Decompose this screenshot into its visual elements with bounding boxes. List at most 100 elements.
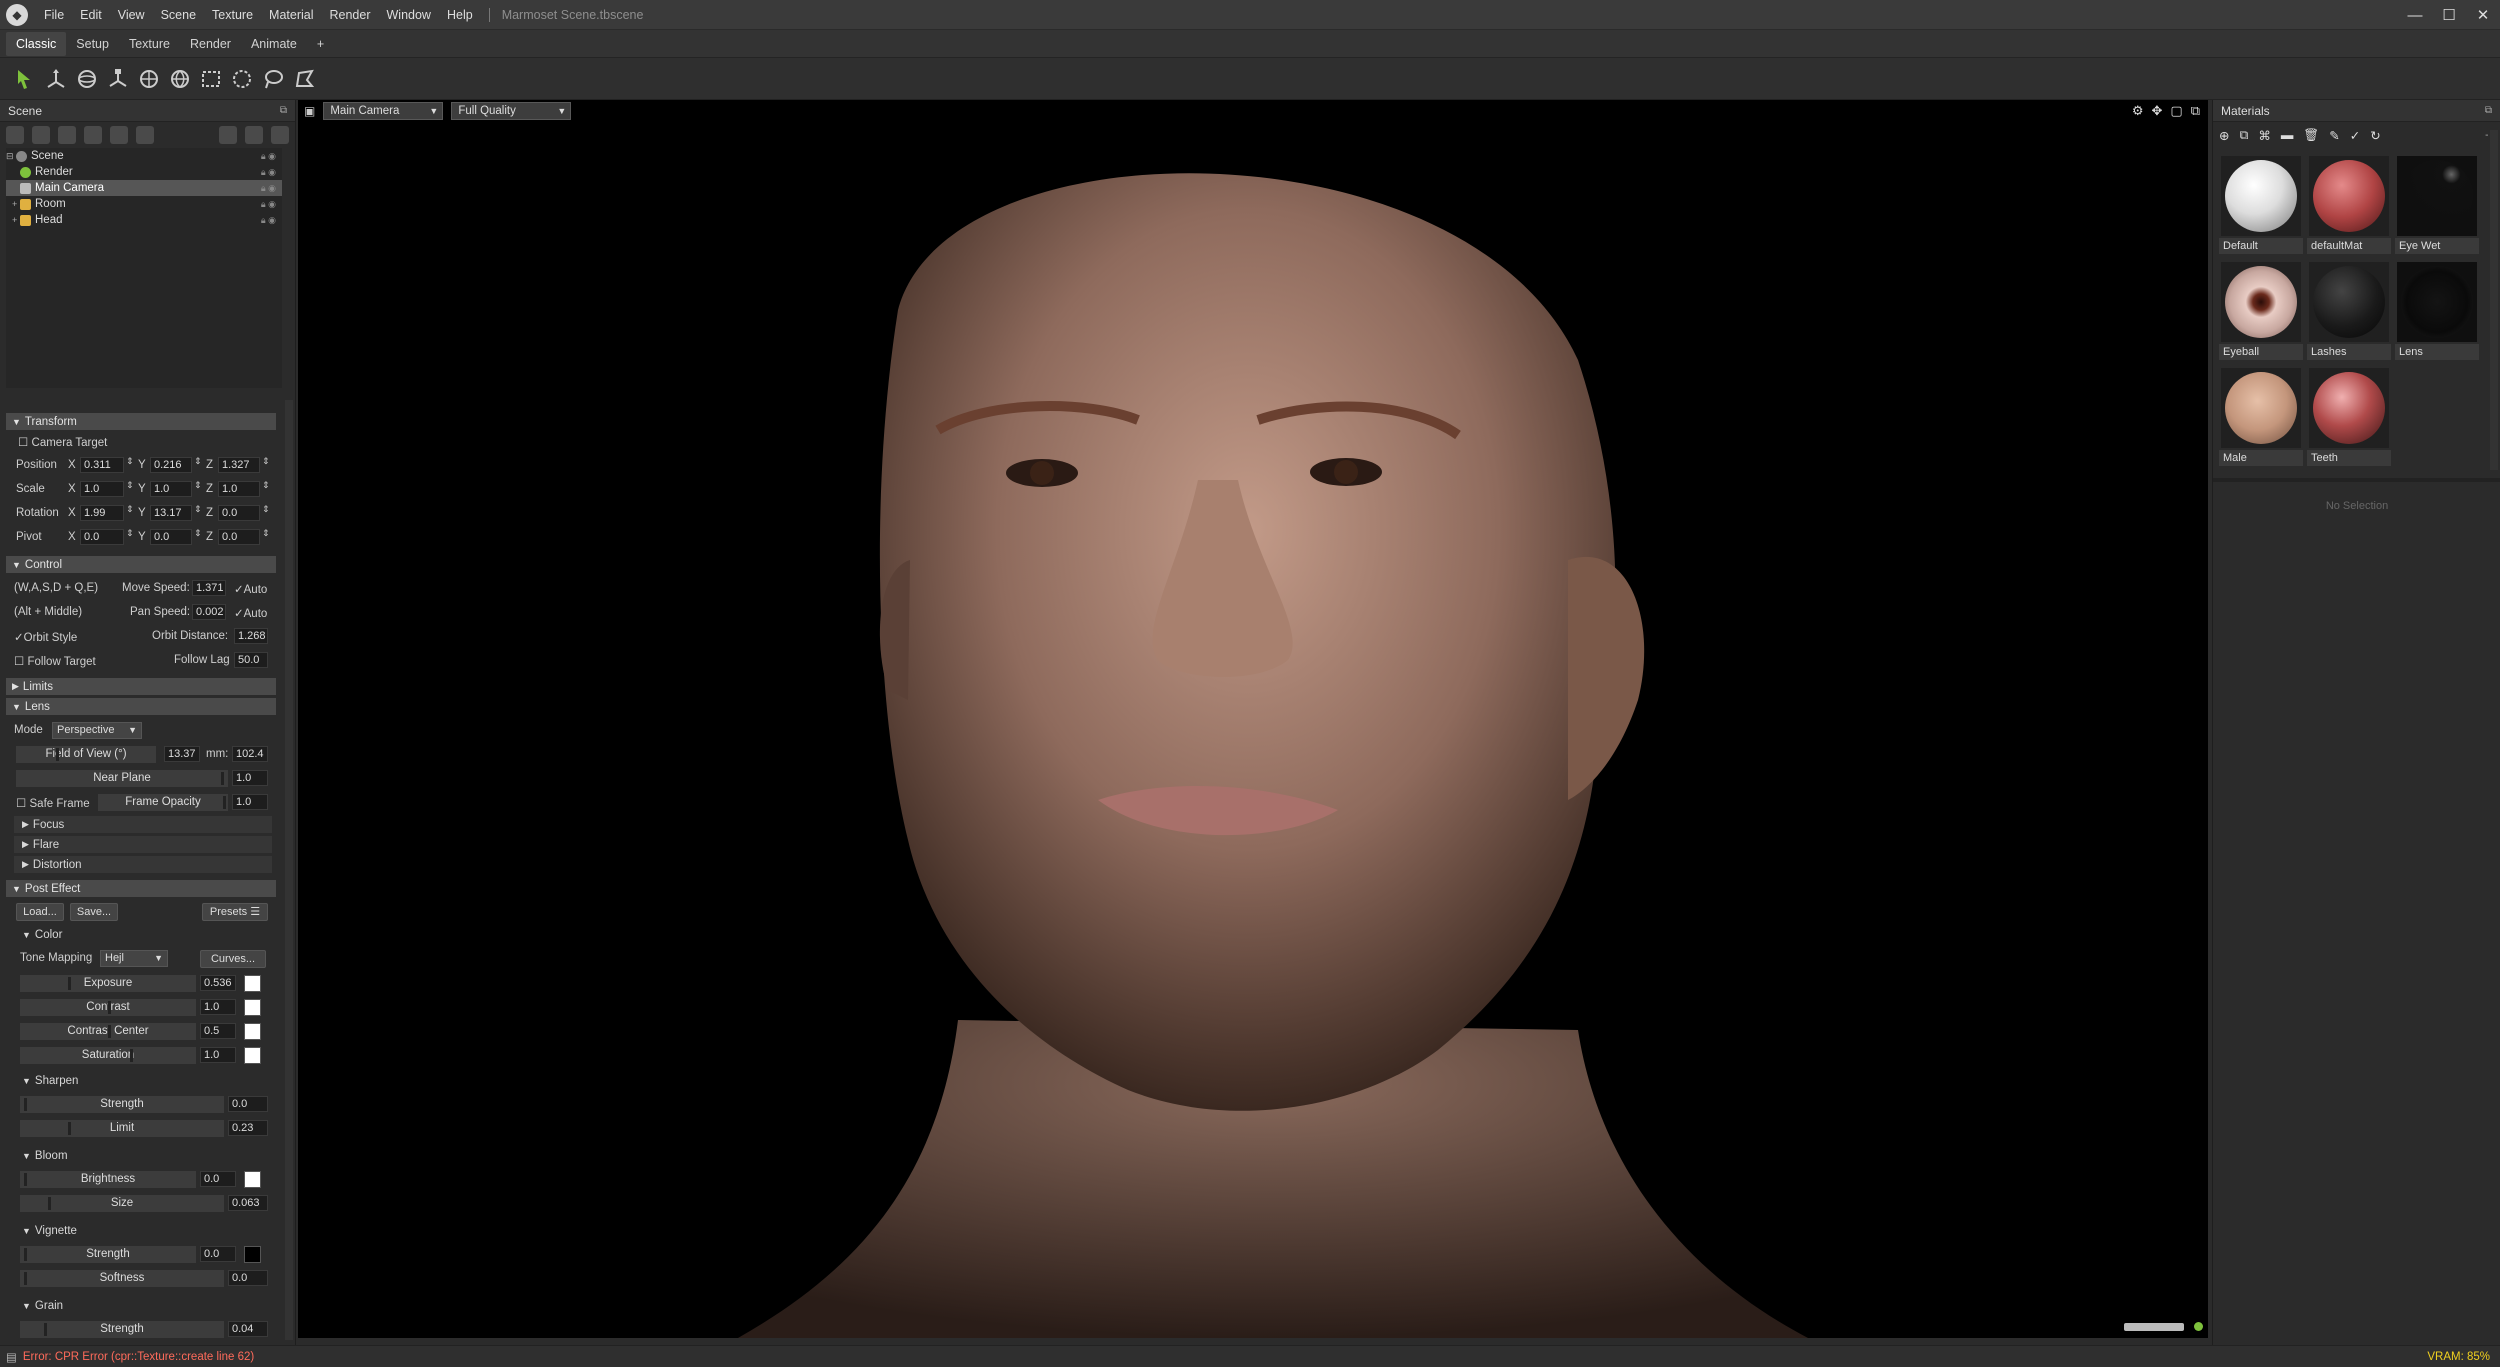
move-view-icon[interactable]: ✥ — [2152, 103, 2163, 119]
tree-item-main-camera[interactable]: Main Camera 🔒︎ ◉ — [6, 180, 282, 196]
select-tool-icon[interactable] — [10, 64, 40, 94]
undock-icon[interactable]: ⧉ — [2191, 103, 2200, 119]
flare-subsection[interactable]: ▶ Flare — [14, 836, 272, 853]
material-eye-wet[interactable]: Eye Wet — [2395, 154, 2479, 254]
pan-speed-field[interactable]: 0.002 — [192, 604, 226, 620]
bloom-subsection[interactable]: ▼ Bloom — [14, 1147, 272, 1164]
grain-strength-field[interactable]: 0.04 — [228, 1321, 268, 1337]
color-subsection[interactable]: ▼ Color — [14, 926, 272, 943]
close-icon[interactable]: ✕ — [2466, 0, 2500, 30]
rotation-y-field[interactable]: 13.17 — [150, 505, 192, 521]
sharpen-subsection[interactable]: ▼ Sharpen — [14, 1072, 272, 1089]
contrast-color-swatch[interactable] — [244, 999, 261, 1016]
spinner-icon[interactable]: ⇕ — [262, 480, 270, 491]
rotation-z-field[interactable]: 0.0 — [218, 505, 260, 521]
add-camera-icon[interactable] — [58, 126, 76, 144]
sharpen-strength-field[interactable]: 0.0 — [228, 1096, 268, 1112]
pivot-y-field[interactable]: 0.0 — [150, 529, 192, 545]
saturation-slider[interactable]: Saturation — [20, 1047, 196, 1064]
fov-field[interactable]: 13.37 — [164, 746, 200, 762]
gear-icon[interactable]: ⚙ — [2132, 103, 2144, 119]
distortion-subsection[interactable]: ▶ Distortion — [14, 856, 272, 873]
transform-section[interactable]: ▼ Transform — [6, 413, 276, 430]
rect-select-icon[interactable] — [196, 64, 226, 94]
refresh-icon[interactable]: ↻ — [2370, 128, 2380, 143]
rotate-tool-icon[interactable] — [72, 64, 102, 94]
load-button[interactable]: Load... — [16, 903, 64, 921]
scale-tool-icon[interactable] — [103, 64, 133, 94]
spinner-icon[interactable]: ⇕ — [126, 456, 134, 467]
menu-render[interactable]: Render — [322, 8, 379, 22]
duplicate-icon[interactable] — [245, 126, 263, 144]
tree-item-head[interactable]: + Head 🔒︎ ◉ — [6, 212, 282, 228]
sharpen-limit-field[interactable]: 0.23 — [228, 1120, 268, 1136]
spinner-icon[interactable]: ⇕ — [194, 456, 202, 467]
tab-classic[interactable]: Classic — [6, 31, 67, 56]
auto-pan-checkbox[interactable]: ✓Auto — [234, 606, 267, 620]
spinner-icon[interactable]: ⇕ — [262, 528, 270, 539]
duplicate-material-icon[interactable]: ⧉ — [2239, 128, 2248, 143]
tab-animate[interactable]: Animate — [241, 32, 307, 56]
grain-strength-slider[interactable]: Strength — [20, 1321, 224, 1338]
mm-field[interactable]: 102.4 — [232, 746, 268, 762]
lock-icon[interactable]: 🔒︎ ◉ — [261, 183, 276, 194]
tree-item-scene[interactable]: ⊟ Scene 🔒︎ ◉ — [6, 148, 282, 164]
move-speed-field[interactable]: 1.371 — [192, 580, 226, 596]
saturation-color-swatch[interactable] — [244, 1047, 261, 1064]
camera-target-checkbox[interactable]: ☐ Camera Target — [18, 435, 107, 449]
exposure-slider[interactable]: Exposure — [20, 975, 196, 992]
menu-texture[interactable]: Texture — [204, 8, 261, 22]
material-teeth[interactable]: Teeth — [2307, 366, 2391, 466]
trash-icon[interactable]: 🗑︎ — [2303, 128, 2319, 143]
contrast-center-color-swatch[interactable] — [244, 1023, 261, 1040]
vignette-strength-slider[interactable]: Strength — [20, 1246, 196, 1263]
lock-icon[interactable]: 🔒︎ ◉ — [261, 167, 276, 178]
minimize-icon[interactable]: — — [2398, 0, 2432, 30]
follow-lag-field[interactable]: 50.0 — [234, 652, 268, 668]
position-x-field[interactable]: 0.311 — [80, 457, 124, 473]
add-turntable-icon[interactable] — [136, 126, 154, 144]
bloom-brightness-field[interactable]: 0.0 — [200, 1171, 236, 1187]
exposure-field[interactable]: 0.536 — [200, 975, 236, 991]
merge-material-icon[interactable]: ⌘ — [2258, 128, 2271, 143]
spinner-icon[interactable]: ⇕ — [262, 456, 270, 467]
add-mesh-icon[interactable] — [6, 126, 24, 144]
focus-subsection[interactable]: ▶ Focus — [14, 816, 272, 833]
polygon-select-icon[interactable] — [289, 64, 319, 94]
camera-select[interactable]: Main Camera ▼ — [323, 102, 444, 120]
grain-subsection[interactable]: ▼ Grain — [14, 1297, 272, 1314]
delete-icon[interactable] — [271, 126, 289, 144]
frame-opacity-field[interactable]: 1.0 — [232, 794, 268, 810]
menu-window[interactable]: Window — [379, 8, 439, 22]
lock-icon[interactable]: 🔒︎ ◉ — [261, 215, 276, 226]
rotation-x-field[interactable]: 1.99 — [80, 505, 124, 521]
vignette-strength-field[interactable]: 0.0 — [200, 1246, 236, 1262]
bloom-brightness-slider[interactable]: Brightness — [20, 1171, 196, 1188]
spinner-icon[interactable]: ⇕ — [126, 504, 134, 515]
safe-frame-checkbox[interactable]: ☐ Safe Frame — [16, 796, 90, 810]
app-logo-icon[interactable]: ◆ — [6, 3, 28, 26]
tab-setup[interactable]: Setup — [66, 32, 119, 56]
material-eyeball[interactable]: Eyeball — [2219, 260, 2303, 360]
contrast-center-slider[interactable]: Contrast Center — [20, 1023, 196, 1040]
camera-icon[interactable]: ▣ — [304, 104, 315, 118]
fov-slider[interactable]: Field of View (°) — [16, 746, 156, 763]
frame-icon[interactable]: ▢ — [2170, 103, 2182, 119]
lens-section[interactable]: ▼ Lens — [6, 698, 276, 715]
menu-help[interactable]: Help — [439, 8, 481, 22]
vignette-color-swatch[interactable] — [244, 1246, 261, 1263]
picker-icon[interactable]: ✎ — [2329, 128, 2339, 143]
follow-target-checkbox[interactable]: ☐ Follow Target — [14, 654, 96, 668]
save-button[interactable]: Save... — [70, 903, 118, 921]
bloom-size-slider[interactable]: Size — [20, 1195, 224, 1212]
scale-y-field[interactable]: 1.0 — [150, 481, 192, 497]
lasso-select-icon[interactable] — [258, 64, 288, 94]
material-default[interactable]: Default — [2219, 154, 2303, 254]
undock-icon[interactable]: ⧉ — [2485, 105, 2492, 116]
pivot-tool-icon[interactable] — [134, 64, 164, 94]
presets-button[interactable]: Presets ☰ — [202, 903, 268, 921]
near-plane-field[interactable]: 1.0 — [232, 770, 268, 786]
pivot-z-field[interactable]: 0.0 — [218, 529, 260, 545]
exposure-color-swatch[interactable] — [244, 975, 261, 992]
position-z-field[interactable]: 1.327 — [218, 457, 260, 473]
